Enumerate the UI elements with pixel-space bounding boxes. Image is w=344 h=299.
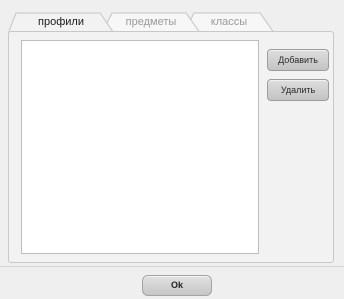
profiles-list[interactable] — [21, 40, 259, 254]
ok-button[interactable]: Ok — [142, 275, 212, 296]
tab-profiles[interactable]: профили — [8, 12, 114, 33]
delete-button[interactable]: Удалить — [267, 79, 329, 101]
tab-subjects[interactable]: предметы — [102, 12, 200, 32]
tab-profiles-label: профили — [38, 16, 84, 28]
dialog-window: классы предметы профили Добавить Удалить… — [0, 0, 344, 299]
add-button[interactable]: Добавить — [267, 49, 329, 71]
footer-divider — [0, 266, 344, 267]
tab-classes-label: классы — [210, 16, 248, 28]
tab-subjects-label: предметы — [125, 16, 177, 28]
tab-strip: классы предметы профили — [8, 12, 334, 33]
